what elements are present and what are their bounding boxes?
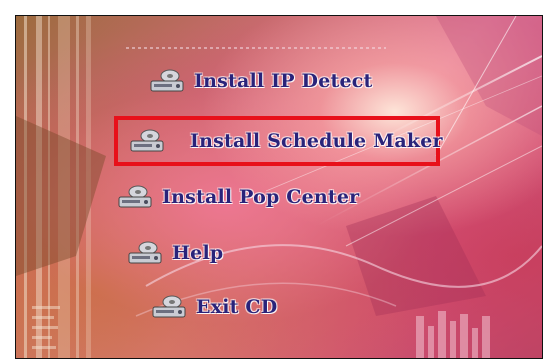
menu-item-exit-cd[interactable]: Exit CD (150, 294, 277, 320)
install-icon (118, 185, 152, 208)
menu-item-label: Install Schedule Maker (190, 130, 443, 152)
menu-item-label: Exit CD (196, 296, 278, 318)
exit-icon (152, 295, 186, 318)
cd-autorun-window: Install IP Detect Install Schedule Maker… (15, 15, 543, 359)
menu-item-install-pop-center[interactable]: Install Pop Center (116, 184, 359, 210)
help-icon (128, 241, 162, 264)
menu-item-label: Install IP Detect (194, 70, 373, 92)
menu-item-help[interactable]: Help (126, 240, 223, 266)
install-icon (130, 129, 164, 152)
menu-item-install-schedule-maker[interactable]: Install Schedule Maker (128, 128, 443, 154)
menu-item-label: Help (172, 242, 224, 264)
install-icon (150, 69, 184, 92)
menu-item-label: Install Pop Center (162, 186, 360, 208)
menu-item-install-ip-detect[interactable]: Install IP Detect (148, 68, 373, 94)
